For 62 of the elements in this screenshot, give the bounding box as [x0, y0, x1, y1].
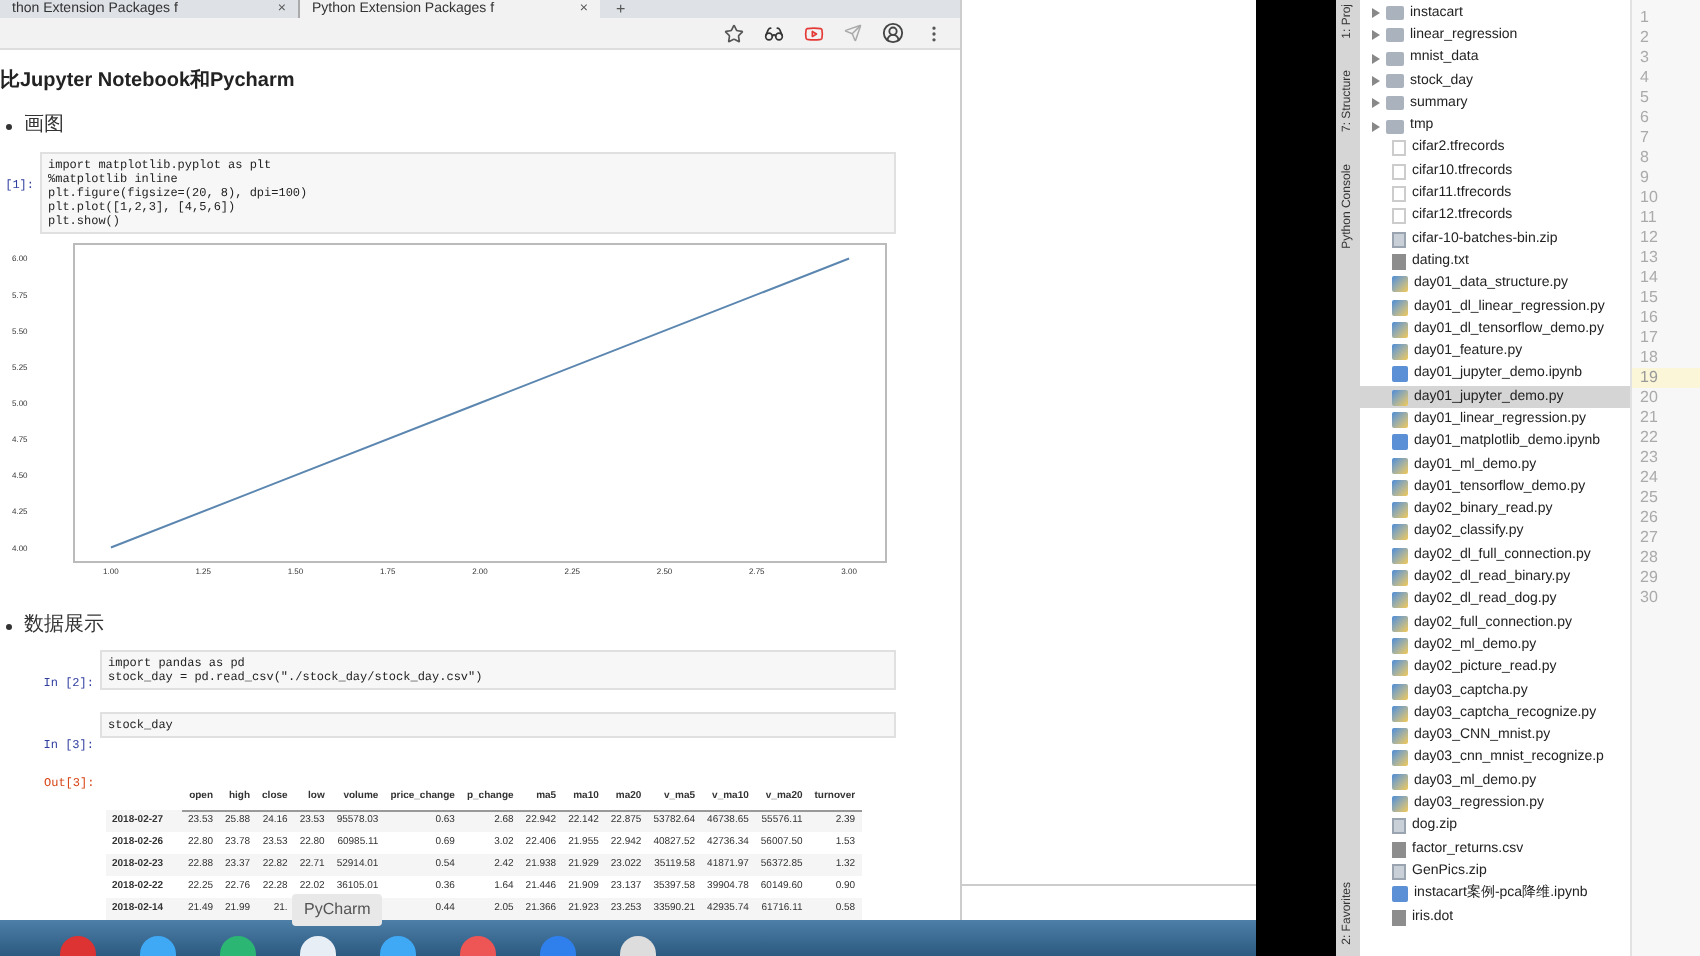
bullet-text: 数据展示 [24, 614, 104, 638]
notebook-heading: 比Jupyter Notebook和Pycharm [0, 68, 297, 96]
text-file-icon [1392, 841, 1406, 858]
line-number: 30 [1638, 588, 1660, 608]
line-number: 25 [1638, 488, 1660, 508]
line-number: 8 [1638, 148, 1651, 168]
play-icon[interactable] [804, 23, 824, 43]
profile-icon[interactable] [882, 22, 904, 44]
line-number: 11 [1638, 208, 1659, 228]
bullet-icon [6, 623, 12, 629]
line-number: 1 [1638, 8, 1651, 28]
expand-arrow-icon[interactable] [1372, 53, 1380, 64]
line-number: 16 [1638, 308, 1660, 328]
notebook-file-icon [1392, 434, 1408, 451]
bookmark-star-icon[interactable] [724, 23, 744, 43]
dock-tooltip: PyCharm [292, 894, 383, 926]
app-icon[interactable] [140, 936, 176, 956]
line-number: 5 [1638, 88, 1651, 108]
line-number: 26 [1638, 508, 1660, 528]
line-number: 19 [1632, 368, 1700, 388]
expand-arrow-icon[interactable] [1372, 76, 1380, 87]
line-number: 23 [1638, 448, 1660, 468]
text-file-icon [1392, 909, 1406, 926]
line-number: 6 [1638, 108, 1651, 128]
line-number: 4 [1638, 68, 1651, 88]
expand-arrow-icon[interactable] [1372, 8, 1380, 19]
line-number: 27 [1638, 528, 1660, 548]
line-number: 12 [1638, 228, 1660, 248]
app-icon[interactable] [620, 936, 656, 956]
line-number: 14 [1638, 268, 1660, 288]
send-icon[interactable] [844, 24, 862, 42]
line-number: 29 [1638, 568, 1660, 588]
line-number: 10 [1638, 188, 1660, 208]
app-icon[interactable] [300, 936, 336, 956]
line-number: 15 [1638, 288, 1660, 308]
app-icon[interactable] [380, 936, 416, 956]
expand-arrow-icon[interactable] [1372, 98, 1380, 109]
line-number: 22 [1638, 428, 1660, 448]
notebook-file-icon [1392, 886, 1408, 903]
bullet-text: 画图 [24, 114, 64, 138]
expand-arrow-icon[interactable] [1372, 121, 1380, 132]
line-number: 28 [1638, 548, 1660, 568]
archive-file-icon [1392, 818, 1406, 835]
glasses-icon[interactable] [764, 23, 784, 43]
archive-file-icon [1392, 231, 1406, 248]
line-number: 18 [1638, 348, 1660, 368]
archive-file-icon [1392, 863, 1406, 880]
line-number: 13 [1638, 248, 1660, 268]
line-number: 3 [1638, 48, 1651, 68]
line-number: 2 [1638, 28, 1651, 48]
line-number: 20 [1638, 388, 1660, 408]
bullet-icon [6, 123, 12, 129]
text-file-icon [1392, 253, 1406, 270]
app-icon[interactable] [220, 936, 256, 956]
expand-arrow-icon[interactable] [1372, 30, 1380, 41]
new-tab-button[interactable]: + [616, 2, 626, 18]
line-number: 21 [1638, 408, 1660, 428]
line-number: 7 [1638, 128, 1651, 148]
line-number: 24 [1638, 468, 1660, 488]
line-number: 17 [1638, 328, 1660, 348]
notebook-file-icon [1392, 366, 1408, 383]
line-number: 9 [1638, 168, 1651, 188]
